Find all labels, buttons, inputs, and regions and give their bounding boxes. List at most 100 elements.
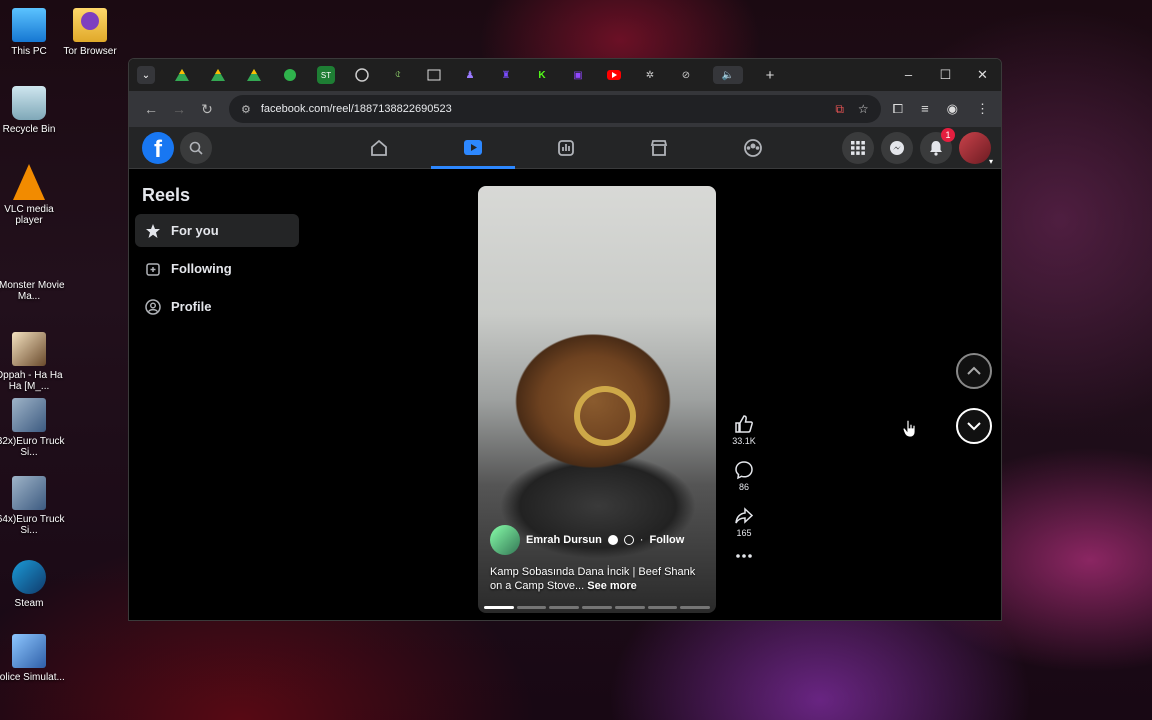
next-reel-button[interactable] bbox=[956, 408, 992, 444]
tab-purple-icon[interactable]: ♟ bbox=[461, 66, 479, 84]
tab-active-audio-icon[interactable]: 🔈 bbox=[713, 66, 743, 84]
desktop-icon-recycle-bin[interactable]: Recycle Bin bbox=[0, 86, 67, 135]
reel-video[interactable]: Emrah Dursun · Follow Kamp Sobasında Dan… bbox=[478, 186, 716, 613]
thumbs-up-icon bbox=[735, 415, 753, 433]
more-dots-icon bbox=[736, 554, 752, 558]
sidebar-item-for-you[interactable]: For you bbox=[135, 214, 299, 247]
reel-actions: 33.1K 86 165 bbox=[729, 414, 759, 574]
previous-reel-button[interactable] bbox=[956, 353, 992, 389]
profile-avatar-icon[interactable]: ◉ bbox=[947, 101, 958, 117]
site-info-icon[interactable]: ⚙ bbox=[241, 103, 251, 116]
media-control-icon[interactable]: ≡ bbox=[921, 101, 929, 117]
tab-youtube-icon[interactable] bbox=[605, 66, 623, 84]
desktop-icon-tor-browser[interactable]: Tor Browser bbox=[52, 8, 128, 57]
author-avatar[interactable] bbox=[490, 525, 520, 555]
share-count: 165 bbox=[736, 528, 752, 538]
groups-icon bbox=[744, 139, 762, 157]
forward-button[interactable]: → bbox=[165, 101, 193, 117]
comment-icon bbox=[735, 461, 753, 480]
like-button[interactable]: 33.1K bbox=[729, 414, 759, 446]
reel-caption: Kamp Sobasında Dana İncik | Beef Shank o… bbox=[490, 565, 702, 593]
home-icon bbox=[371, 139, 387, 156]
tab-leaf-icon[interactable]: ৫ bbox=[389, 66, 407, 84]
tab-green-circle-icon[interactable] bbox=[281, 66, 299, 84]
desktop-icon-vlc[interactable]: VLC media player bbox=[0, 164, 67, 226]
bookmark-star-icon[interactable]: ☆ bbox=[858, 102, 869, 117]
desktop-icon-monster-movie[interactable]: _Monster Movie Ma... bbox=[0, 246, 67, 302]
tab-st-icon[interactable]: ST bbox=[317, 66, 335, 84]
nav-home[interactable] bbox=[337, 127, 421, 169]
messenger-button[interactable] bbox=[881, 132, 913, 164]
reload-button[interactable]: ↻ bbox=[193, 101, 221, 118]
author-name[interactable]: Emrah Dursun bbox=[526, 534, 602, 546]
desktop-icon-label: _Monster Movie Ma... bbox=[0, 280, 65, 302]
progress-segment bbox=[484, 606, 514, 609]
truck-icon bbox=[12, 398, 46, 432]
tab-google-drive-icon[interactable] bbox=[245, 66, 263, 84]
search-icon bbox=[189, 141, 203, 155]
sidebar-item-label: Profile bbox=[171, 299, 212, 314]
facebook-logo-icon[interactable]: f bbox=[142, 131, 174, 164]
close-button[interactable]: ✕ bbox=[964, 67, 1001, 83]
sidebar-item-profile[interactable]: Profile bbox=[135, 290, 299, 323]
maximize-button[interactable]: ☐ bbox=[927, 67, 964, 83]
browser-menu-icon[interactable]: ⋮ bbox=[976, 101, 989, 117]
sidebar-item-following[interactable]: Following bbox=[135, 252, 299, 285]
following-icon bbox=[145, 261, 161, 277]
extensions-icon[interactable]: ⧠ bbox=[893, 101, 903, 117]
tab-purple-icon[interactable]: ♜ bbox=[497, 66, 515, 84]
desktop-icon-euro-truck-32[interactable]: (32x)Euro Truck Si... bbox=[0, 398, 67, 458]
more-options-button[interactable] bbox=[729, 552, 759, 560]
url-text[interactable]: facebook.com/reel/1887138822690523 bbox=[261, 103, 452, 115]
tab-image-icon[interactable] bbox=[425, 66, 443, 84]
new-tab-button[interactable]: + bbox=[761, 66, 779, 84]
address-bar[interactable]: ⚙ facebook.com/reel/1887138822690523 ⧉ ☆ bbox=[229, 95, 881, 123]
progress-segment bbox=[647, 606, 678, 609]
desktop-icon-label: Police Simulat... bbox=[0, 672, 65, 683]
chevron-down-icon bbox=[967, 422, 981, 431]
tab-block-icon[interactable]: ⊘ bbox=[677, 66, 695, 84]
tab-globe-icon[interactable] bbox=[353, 66, 371, 84]
progress-segment bbox=[549, 606, 580, 609]
nav-groups[interactable] bbox=[711, 127, 795, 169]
tab-search-chevron-icon[interactable]: ⌄ bbox=[137, 66, 155, 84]
see-more-link[interactable]: See more bbox=[587, 580, 637, 592]
account-avatar[interactable]: ▾ bbox=[959, 132, 993, 166]
nav-marketplace[interactable] bbox=[617, 127, 701, 169]
hand-cursor-icon bbox=[902, 419, 917, 443]
recycle-bin-icon bbox=[12, 86, 46, 120]
nav-dashboard[interactable] bbox=[524, 127, 608, 169]
tab-google-drive-icon[interactable] bbox=[173, 66, 191, 84]
desktop-icon-oppah[interactable]: Oppah - Ha Ha Ha [M_... bbox=[0, 332, 67, 392]
install-app-icon[interactable]: ⧉ bbox=[835, 102, 844, 117]
comment-button[interactable]: 86 bbox=[729, 460, 759, 492]
marketplace-icon bbox=[650, 140, 668, 156]
tab-google-drive-icon[interactable] bbox=[209, 66, 227, 84]
back-button[interactable]: ← bbox=[137, 101, 165, 117]
menu-grid-button[interactable] bbox=[842, 132, 874, 164]
nav-video[interactable] bbox=[431, 127, 515, 169]
tab-twitch-icon[interactable]: ▣ bbox=[569, 66, 587, 84]
desktop-icon-euro-truck-64[interactable]: (64x)Euro Truck Si... bbox=[0, 476, 67, 536]
desktop-icon-steam[interactable]: Steam bbox=[0, 560, 67, 609]
follow-button[interactable]: Follow bbox=[649, 534, 684, 546]
chevron-down-icon: ▾ bbox=[988, 157, 993, 166]
vlc-cone-icon bbox=[13, 164, 45, 200]
like-count: 33.1K bbox=[732, 436, 756, 446]
progress-segment bbox=[516, 606, 547, 609]
desktop-icon-police-simulator[interactable]: Police Simulat... bbox=[0, 634, 67, 683]
desktop-icon-label: Oppah - Ha Ha Ha [M_... bbox=[0, 370, 63, 392]
tab-kick-icon[interactable]: K bbox=[533, 66, 551, 84]
page-title: Reels bbox=[142, 185, 191, 205]
tor-browser-icon bbox=[73, 8, 107, 42]
reels-sidebar: Reels For you Following Profile bbox=[135, 179, 299, 328]
share-button[interactable]: 165 bbox=[729, 506, 759, 538]
tab-settings-icon[interactable]: ✲ bbox=[641, 66, 659, 84]
notifications-button[interactable]: 1 bbox=[920, 128, 955, 164]
minimize-button[interactable]: – bbox=[890, 67, 927, 83]
search-button[interactable] bbox=[180, 131, 212, 164]
reels-content: Reels For you Following Profile Emrah Du… bbox=[129, 169, 1001, 620]
reel-progress bbox=[484, 606, 711, 609]
steak-bone-visual bbox=[574, 386, 636, 446]
verified-badge-icon bbox=[607, 535, 618, 545]
